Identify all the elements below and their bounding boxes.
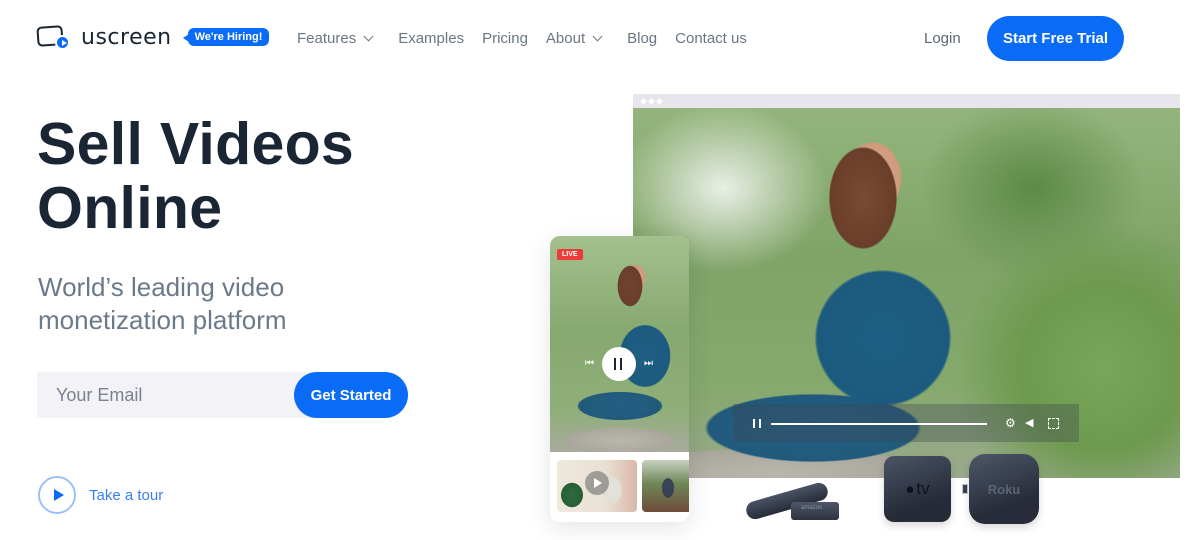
take-a-tour-link[interactable]: Take a tour [38, 476, 163, 514]
video-thumbnail[interactable] [642, 460, 689, 512]
window-dot-icon [641, 99, 646, 104]
get-started-button[interactable]: Get Started [294, 372, 408, 418]
logo-wordmark: uscreen [81, 24, 172, 50]
nav-pricing-label: Pricing [482, 30, 528, 47]
pause-icon[interactable] [753, 419, 761, 428]
roku-device: Roku [969, 454, 1039, 524]
login-link[interactable]: Login [924, 30, 961, 47]
window-dot-icon [649, 99, 654, 104]
tour-label: Take a tour [89, 486, 164, 504]
site-header: uscreen We're Hiring! Features Examples … [0, 0, 1200, 78]
apple-icon: ● [905, 480, 915, 498]
nav-contact-label: Contact us [675, 30, 747, 47]
nav-examples[interactable]: Examples [398, 30, 464, 47]
chevron-down-icon [592, 31, 603, 42]
play-icon[interactable] [38, 476, 76, 514]
video-thumbnail[interactable] [557, 460, 637, 512]
main-nav: Features Examples Pricing About Blog Con… [297, 30, 765, 47]
phone-mockup: LIVE ⏮ ⏭ [550, 236, 689, 522]
nav-blog-label: Blog [627, 30, 658, 47]
hero-title-line2: Online [37, 175, 223, 241]
hero-subtitle-line2: monetization platform [38, 305, 287, 335]
start-free-trial-button[interactable]: Start Free Trial [987, 16, 1124, 61]
fullscreen-icon[interactable] [1048, 418, 1059, 429]
window-dot-icon [657, 99, 662, 104]
nav-pricing[interactable]: Pricing [482, 30, 528, 47]
progress-track[interactable] [771, 423, 987, 425]
video-preview-image: ⚙ ◀ [633, 108, 1180, 478]
previous-icon[interactable]: ⏮ [585, 358, 594, 369]
play-icon[interactable] [585, 471, 609, 495]
video-player-controls: ⚙ ◀ [733, 404, 1079, 442]
nav-about[interactable]: About [546, 30, 609, 47]
apple-tv-label: tv [916, 479, 930, 498]
uscreen-logo-icon [36, 24, 71, 50]
phone-video-image: LIVE ⏮ ⏭ [550, 236, 689, 452]
hero-title: Sell Videos Online [37, 112, 457, 240]
volume-icon[interactable]: ◀ [1025, 417, 1033, 429]
hero-subtitle: World’s leading video monetization platf… [38, 271, 438, 337]
hero-subtitle-line1: World’s leading video [38, 272, 285, 302]
next-icon[interactable]: ⏭ [644, 358, 653, 369]
nav-blog[interactable]: Blog [627, 30, 657, 47]
nav-features-label: Features [297, 30, 357, 47]
nav-contact[interactable]: Contact us [675, 30, 747, 47]
streaming-stick-icon: amazon [791, 502, 839, 520]
logo[interactable]: uscreen We're Hiring! [36, 24, 270, 50]
pause-icon[interactable] [602, 347, 636, 381]
roku-label: Roku [987, 481, 1021, 497]
chevron-down-icon [363, 31, 374, 42]
live-badge: LIVE [557, 249, 583, 260]
amazon-fire-stick-device: amazon [744, 480, 845, 522]
hiring-badge[interactable]: We're Hiring! [182, 28, 270, 46]
browser-mockup: ⚙ ◀ [633, 94, 1180, 478]
amazon-label: amazon [801, 505, 823, 511]
signup-form: Get Started [37, 372, 408, 418]
hero-title-line1: Sell Videos [37, 111, 355, 177]
gear-icon[interactable]: ⚙ [1005, 417, 1016, 429]
nav-features[interactable]: Features [297, 30, 380, 47]
nav-about-label: About [545, 30, 586, 47]
hdmi-connector-icon [962, 484, 968, 494]
apple-tv-device: ● tv [884, 456, 951, 522]
browser-titlebar [633, 94, 1180, 108]
nav-examples-label: Examples [398, 30, 465, 47]
email-input[interactable] [37, 372, 337, 418]
